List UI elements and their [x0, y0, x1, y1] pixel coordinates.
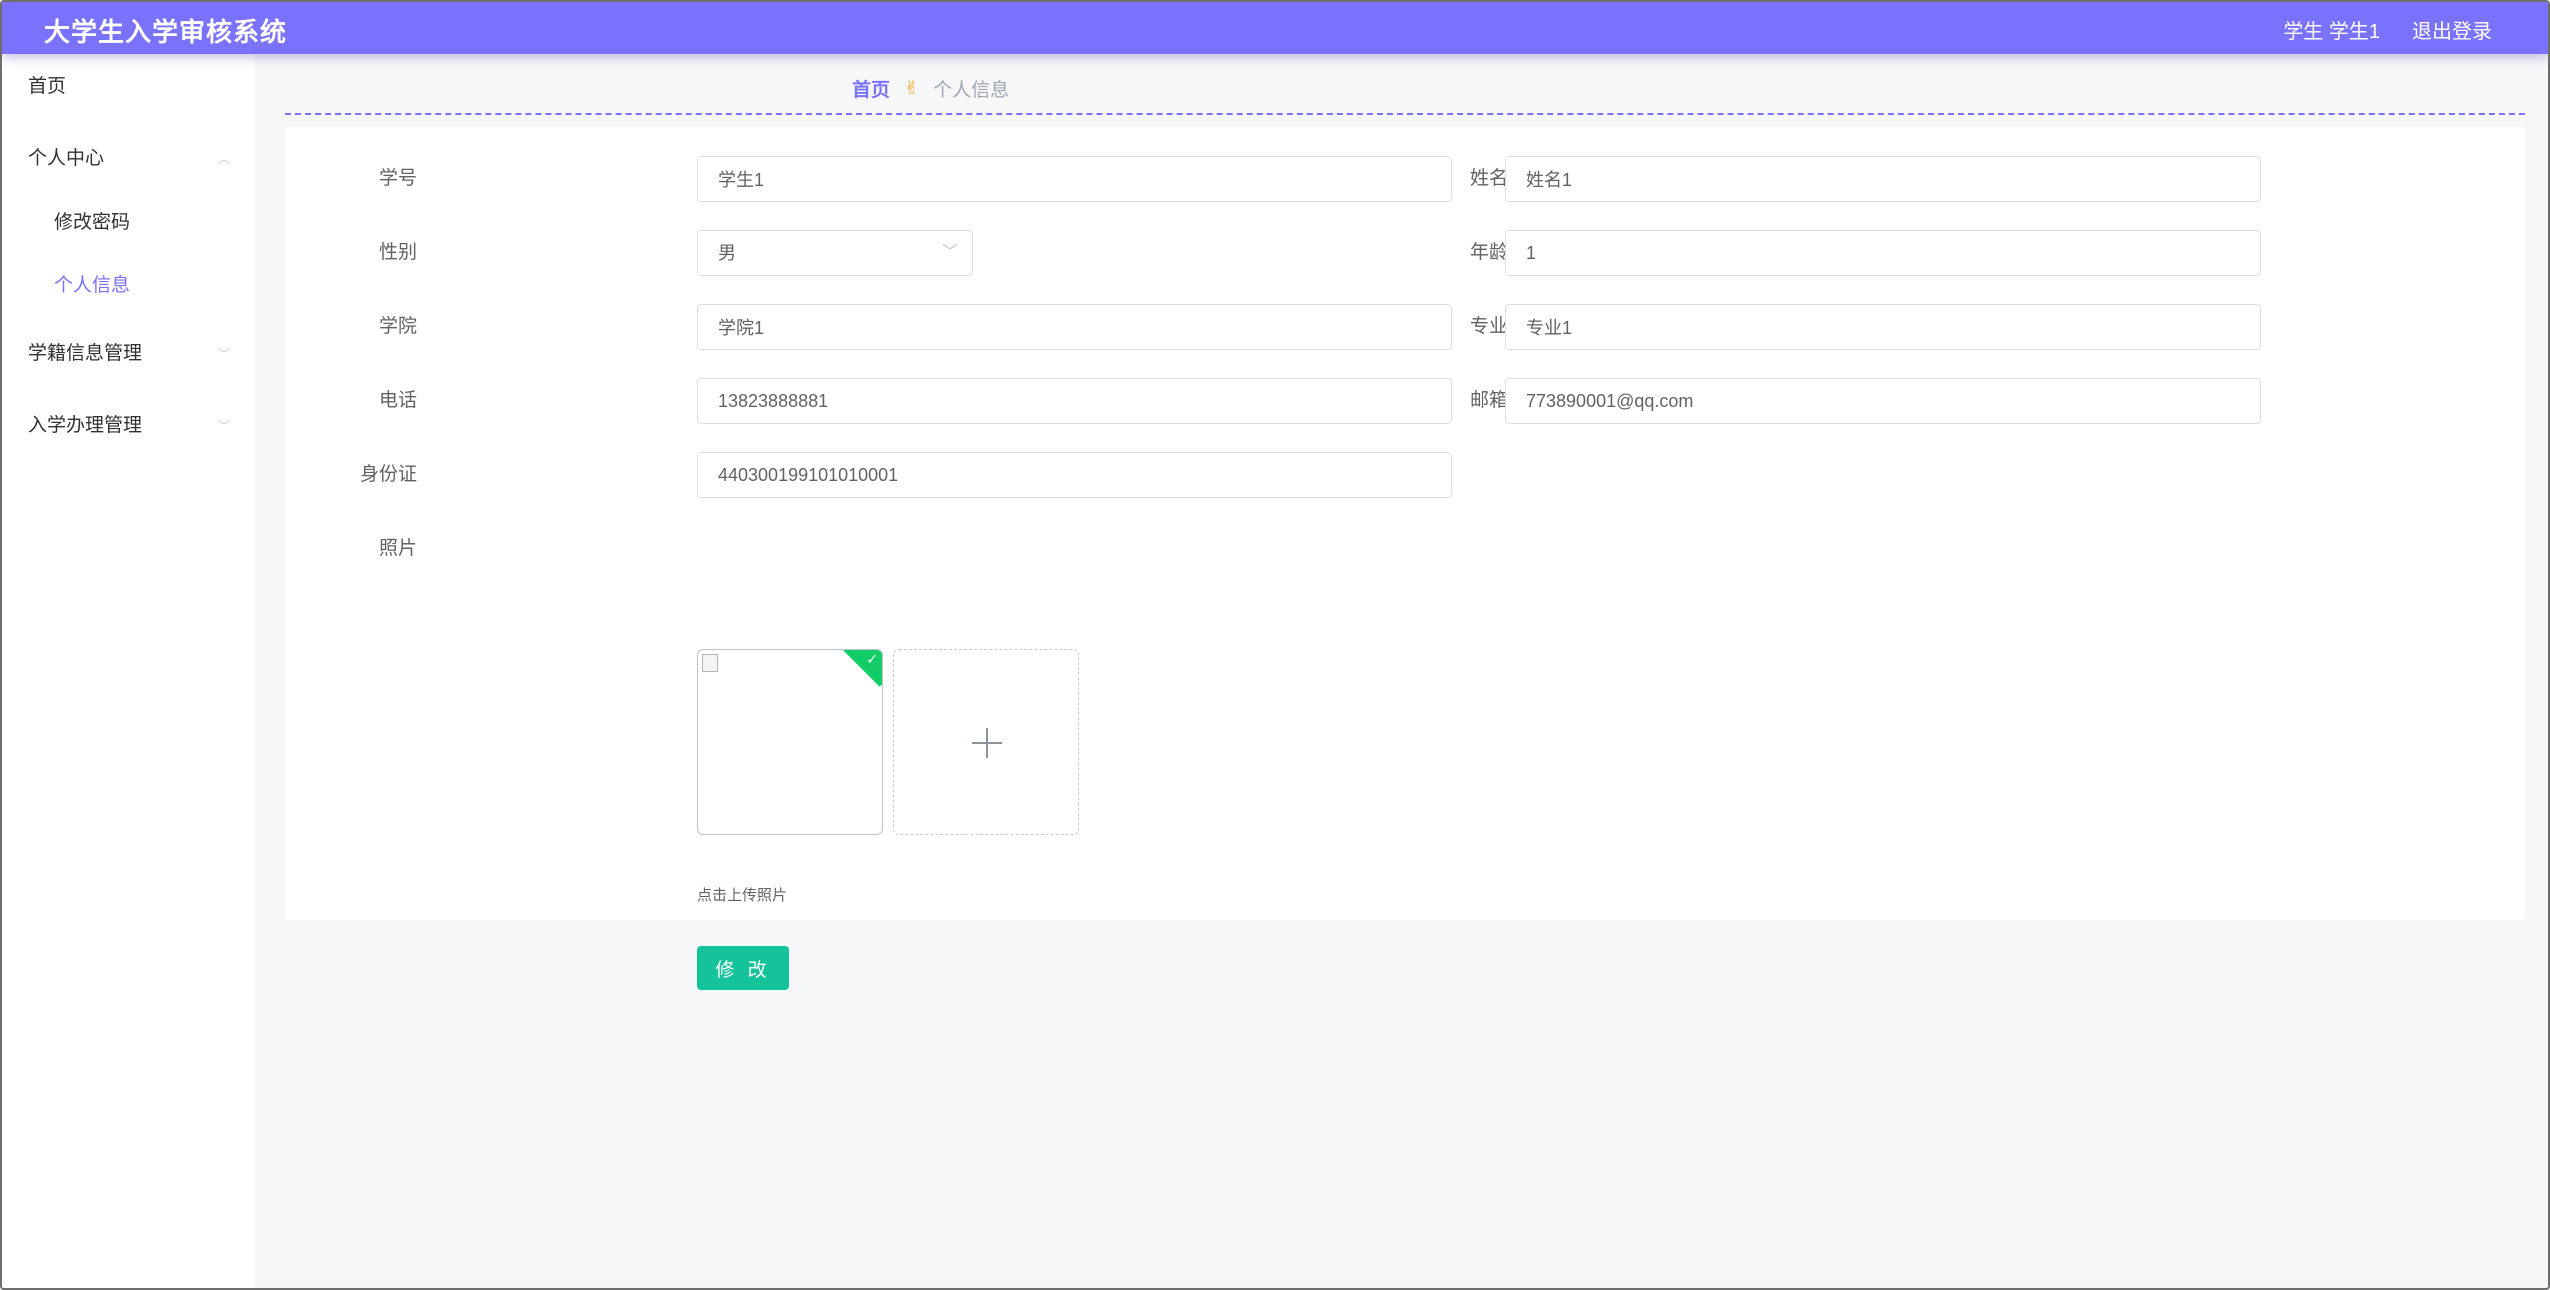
top-header: 大学生入学审核系统 学生 学生1 退出登录 — [2, 2, 2548, 54]
age-field[interactable] — [1505, 230, 2261, 276]
chevron-down-icon: ﹀ — [217, 419, 230, 433]
chevron-up-icon: ︿ — [217, 152, 230, 166]
app-title: 大学生入学审核系统 — [44, 17, 288, 47]
modify-button[interactable]: 修 改 — [697, 946, 789, 990]
id-card-label: 身份证 — [359, 464, 417, 485]
id-card-field[interactable] — [697, 452, 1452, 498]
age-label: 年龄 — [1469, 242, 1508, 263]
sidebar-item-change-password[interactable]: 修改密码 — [54, 203, 130, 243]
sidebar-item-label: 学籍信息管理 — [28, 343, 143, 364]
major-label: 专业 — [1469, 316, 1508, 337]
email-field[interactable] — [1505, 378, 2261, 424]
sidebar-item-personal-info[interactable]: 个人信息 — [54, 266, 130, 306]
sidebar-item-label: 修改密码 — [54, 212, 131, 233]
student-id-field[interactable] — [697, 156, 1452, 202]
gender-label: 性别 — [378, 242, 417, 263]
sidebar-item-personal-center[interactable]: 个人中心 ︿ — [28, 139, 230, 179]
college-label: 学院 — [378, 316, 417, 337]
broken-image-icon — [702, 654, 718, 672]
photo-label: 照片 — [378, 538, 417, 559]
photo-upload-button[interactable] — [893, 649, 1079, 835]
profile-form-card: 学号 姓名 性别 男 ﹀ 年龄 学院 专业 电话 邮箱 身份证 照片 ✓ — [285, 127, 2525, 990]
breadcrumb-divider — [285, 113, 2525, 115]
phone-field[interactable] — [697, 378, 1452, 424]
student-id-label: 学号 — [378, 168, 417, 189]
breadcrumb: 首页 ✌ 个人信息 — [852, 75, 1009, 102]
logout-link[interactable]: 退出登录 — [2412, 15, 2492, 44]
major-field[interactable] — [1505, 304, 2261, 350]
current-user: 学生 学生1 — [2283, 21, 2380, 43]
email-label: 邮箱 — [1469, 390, 1508, 411]
name-label: 姓名 — [1469, 168, 1508, 189]
app-window: 大学生入学审核系统 学生 学生1 退出登录 首页 个人中心 ︿ 修改密码 个人信… — [0, 0, 2550, 1290]
gender-select[interactable]: 男 ﹀ — [697, 230, 973, 276]
phone-label: 电话 — [378, 390, 417, 411]
chevron-down-icon: ﹀ — [941, 244, 958, 261]
sidebar-item-label: 首页 — [28, 76, 67, 97]
sidebar: 首页 个人中心 ︿ 修改密码 个人信息 学籍信息管理 ﹀ 入学办理管理 ﹀ — [2, 54, 255, 1288]
sidebar-item-label: 个人信息 — [54, 275, 131, 296]
name-field[interactable] — [1505, 156, 2261, 202]
sidebar-item-student-records[interactable]: 学籍信息管理 ﹀ — [28, 334, 230, 374]
chevron-down-icon: ﹀ — [217, 347, 230, 361]
sidebar-item-label: 个人中心 — [28, 148, 105, 169]
victory-hand-icon: ✌ — [904, 78, 920, 98]
sidebar-item-label: 入学办理管理 — [28, 415, 143, 436]
gender-selected-value: 男 — [718, 243, 736, 263]
plus-icon-bar — [972, 742, 1002, 744]
upload-tip: 点击上传照片 — [697, 887, 788, 904]
breadcrumb-current: 个人信息 — [933, 80, 1010, 101]
uploaded-photo[interactable]: ✓ — [697, 649, 883, 835]
header-user-area: 学生 学生1 退出登录 — [2283, 15, 2492, 44]
sidebar-item-enrollment[interactable]: 入学办理管理 ﹀ — [28, 406, 230, 446]
sidebar-item-home[interactable]: 首页 — [28, 67, 228, 107]
college-field[interactable] — [697, 304, 1452, 350]
breadcrumb-home[interactable]: 首页 — [852, 75, 890, 102]
check-icon: ✓ — [866, 651, 878, 667]
